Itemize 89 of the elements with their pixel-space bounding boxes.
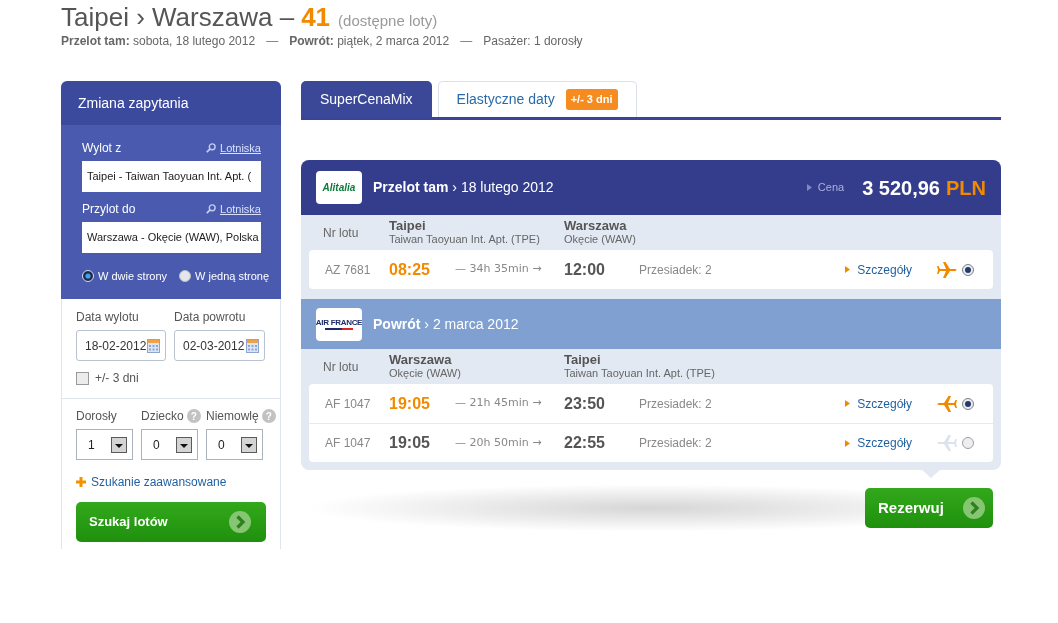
separator-dash: — xyxy=(460,34,473,48)
airports-link[interactable]: Lotniska xyxy=(220,200,261,218)
number-select[interactable]: 0 xyxy=(141,429,198,460)
panel-header: Zmiana zapytania xyxy=(61,81,281,125)
chevron-icon xyxy=(229,511,251,533)
number-select[interactable]: 0 xyxy=(206,429,263,460)
airplane-icon xyxy=(937,434,957,452)
trip-summary-text: Powrót: piątek, 2 marca 2012 xyxy=(289,34,450,48)
chevron-icon xyxy=(963,497,985,519)
stops-count: Przesiadek: 2 xyxy=(639,395,713,413)
triangle-icon xyxy=(806,184,812,191)
flight-number: AF 1047 xyxy=(325,395,372,413)
airports-link[interactable]: Lotniska xyxy=(220,139,261,157)
airplane-icon xyxy=(937,394,957,413)
field-label: Data powrotu xyxy=(174,309,247,325)
advanced-search-link[interactable]: Szukanie zaawansowane xyxy=(91,473,227,491)
count-note: (dostępne loty) xyxy=(338,11,438,31)
checkbox[interactable] xyxy=(76,371,89,385)
airplane-icon xyxy=(937,260,957,279)
triangle-icon xyxy=(845,439,851,447)
flight-number: AZ 7681 xyxy=(325,261,372,279)
departure-time: 08:25 xyxy=(389,259,431,280)
radio-button[interactable] xyxy=(962,437,974,449)
field-label: Dorosły xyxy=(76,408,117,425)
date-field[interactable]: 18-02-2012 xyxy=(76,330,166,361)
tab[interactable]: SuperCenaMix xyxy=(301,81,432,117)
city-name: Taipei xyxy=(564,353,602,367)
city-name: Warszawa xyxy=(389,353,453,367)
arrival-time: 12:00 xyxy=(564,259,606,280)
caret-icon xyxy=(176,436,192,453)
radio-button[interactable] xyxy=(962,263,974,276)
triangle-icon xyxy=(845,400,851,407)
flight-duration: — 20h 50min → xyxy=(455,434,543,451)
leg-title: Przelot tam › 18 lutego 2012 xyxy=(373,178,554,197)
book-button[interactable]: Rezerwuj xyxy=(865,488,993,528)
radio-button[interactable] xyxy=(179,270,192,282)
details-link[interactable]: Szczegóły xyxy=(857,260,912,279)
radio-label: W dwie strony xyxy=(98,268,168,284)
arrival-time: 22:55 xyxy=(564,433,606,453)
search-icon xyxy=(206,204,216,214)
column-header: Nr lotu xyxy=(323,224,360,242)
airline-logo: Alitalia xyxy=(316,171,362,204)
radio-button[interactable] xyxy=(962,397,974,410)
stops-count: Przesiadek: 2 xyxy=(639,261,713,279)
column-header: Nr lotu xyxy=(323,358,360,376)
date-field[interactable]: 02-03-2012 xyxy=(174,330,265,361)
departure-time: 19:05 xyxy=(389,393,431,414)
flight-count: 41 xyxy=(301,2,331,32)
price-currency: PLN xyxy=(946,175,986,201)
trip-summary-text: Przelot tam: sobota, 18 lutego 2012 xyxy=(61,34,256,48)
field-label: Dziecko xyxy=(141,408,184,425)
radio-label: W jedną stronę xyxy=(195,268,270,284)
input-field[interactable]: Taipei - Taiwan Taoyuan Int. Apt. ( xyxy=(82,161,261,192)
caret-icon xyxy=(111,436,127,453)
price-label: Cena xyxy=(817,180,845,196)
flight-duration: — 34h 35min → xyxy=(455,261,543,278)
stops-count: Przesiadek: 2 xyxy=(639,435,713,452)
tab-badge: +/- 3 dni xyxy=(565,89,618,110)
search-button[interactable]: Szukaj lotów xyxy=(76,502,266,542)
input-field[interactable]: Warszawa - Okęcie (WAW), Polska xyxy=(82,222,261,253)
airport-name: Okęcie (WAW) xyxy=(564,233,637,246)
arrival-time: 23:50 xyxy=(564,393,606,414)
field-label: Data wylotu xyxy=(76,309,140,325)
triangle-icon xyxy=(845,266,851,273)
leg-title: Powrót › 2 marca 2012 xyxy=(373,314,519,334)
departure-time: 19:05 xyxy=(389,433,431,453)
tab[interactable]: Elastyczne daty +/- 3 dni xyxy=(437,81,637,117)
number-select[interactable]: 1 xyxy=(76,429,133,460)
flight-number: AF 1047 xyxy=(325,435,372,452)
airport-name: Taiwan Taoyuan Int. Apt. (TPE) xyxy=(389,233,541,246)
price-amount: 3 520,96 xyxy=(862,175,940,201)
details-link[interactable]: Szczegóły xyxy=(857,434,912,452)
checkbox-label: +/- 3 dni xyxy=(95,370,139,387)
airport-name: Okęcie (WAW) xyxy=(389,367,462,380)
city-name: Taipei xyxy=(389,219,427,233)
field-label: Wylot z xyxy=(82,140,122,157)
details-link[interactable]: Szczegóły xyxy=(857,394,912,413)
field-label: Niemowlę xyxy=(206,408,259,425)
airline-logo: AIR FRANCE xyxy=(316,307,362,341)
trip-summary-text: Pasażer: 1 dorosły xyxy=(483,34,583,48)
caret-icon xyxy=(241,436,257,453)
route-title: Taipei › Warszawa – xyxy=(61,2,295,32)
plus-icon xyxy=(76,477,86,487)
separator-dash: — xyxy=(266,34,279,48)
airport-name: Taiwan Taoyuan Int. Apt. (TPE) xyxy=(564,367,716,380)
field-label: Przylot do xyxy=(82,201,136,218)
flight-duration: — 21h 45min → xyxy=(455,395,543,412)
search-icon xyxy=(206,143,216,153)
city-name: Warszawa xyxy=(564,219,628,233)
